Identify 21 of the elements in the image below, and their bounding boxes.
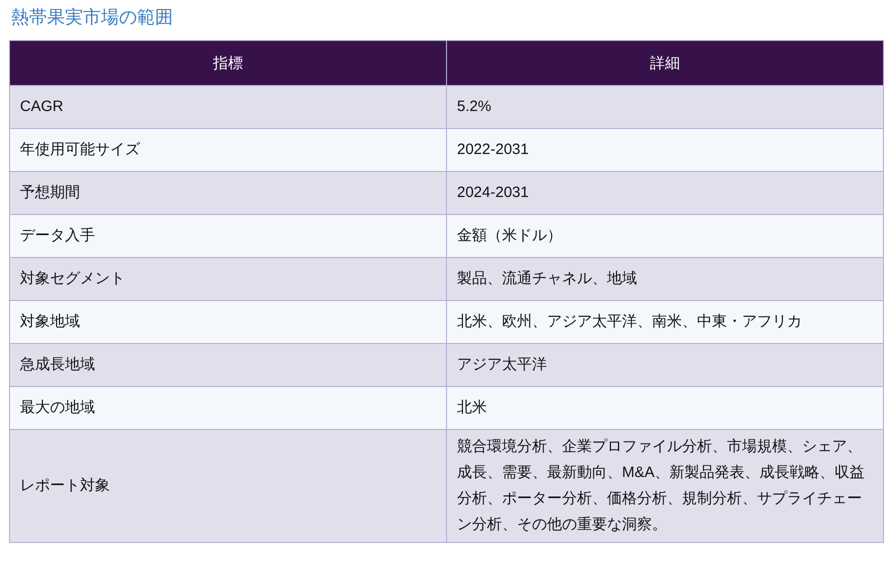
table-cell: レポート対象 — [10, 430, 446, 542]
table-cell: 5.2% — [446, 86, 884, 128]
table-cell: 予想期間 — [10, 172, 446, 214]
table-cell: 競合環境分析、企業プロファイル分析、市場規模、シェア、成長、需要、最新動向、M&A、新製品発表、成長戦略、収益分析、ポーター分析、価格分析、規制分析、サプライチェーン分析、その他の重要な洞察。 — [446, 430, 884, 542]
table-cell: 年使用可能サイズ — [10, 128, 446, 172]
table-cell: 対象地域 — [10, 300, 446, 344]
table-cell: 2024-2031 — [446, 172, 884, 214]
table-cell: 北米 — [446, 386, 884, 430]
table-cell: 北米、欧州、アジア太平洋、南米、中東・アフリカ — [446, 300, 884, 344]
table-cell: 最大の地域 — [10, 386, 446, 430]
table-cell: 急成長地域 — [10, 344, 446, 386]
table-cell: CAGR — [10, 86, 446, 128]
table-cell: アジア太平洋 — [446, 344, 884, 386]
table-cell: 製品、流通チャネル、地域 — [446, 258, 884, 300]
column-header: 詳細 — [446, 40, 884, 86]
column-header: 指標 — [10, 40, 446, 86]
table-cell: データ入手 — [10, 214, 446, 258]
table-cell: 対象セグメント — [10, 258, 446, 300]
table-cell: 2022-2031 — [446, 128, 884, 172]
table-cell: 金額（米ドル） — [446, 214, 884, 258]
table-title: 熱帯果実市場の範囲 — [11, 6, 174, 29]
